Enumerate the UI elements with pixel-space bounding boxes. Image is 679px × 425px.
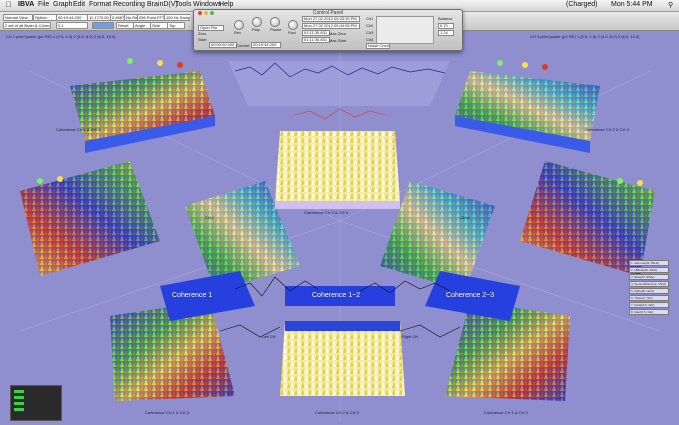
fwd-label: Fwd [288, 30, 296, 35]
max-start-field[interactable]: 01:11:30.831 [302, 37, 330, 43]
menu-edit[interactable]: Edit [73, 1, 85, 8]
control-panel-window[interactable]: Control Panel Open File Zero Start 00:00… [193, 9, 463, 51]
date-start-field[interactable]: Mon 27 02 2012 05:23:30 PM [302, 16, 360, 22]
start-time-field[interactable]: 00:00:00.000 [209, 42, 237, 48]
panel-center-top [275, 131, 400, 209]
view-select[interactable]: Normal View [3, 14, 33, 21]
ch1-meter-label: Ch1 [366, 16, 374, 21]
coherence-label-top-left: Coherence CH 1 & CH 4 [56, 127, 100, 132]
play-knob[interactable] [252, 17, 262, 27]
option-button[interactable]: Option [33, 14, 57, 21]
size-field-1[interactable]: 11.1770.00 [87, 14, 111, 21]
right-ch-label: Right CH [402, 334, 419, 339]
menu-help[interactable]: Help [219, 1, 233, 8]
sample-select[interactable]: 100 Hz Sample [164, 14, 192, 21]
panel-center-bottom [280, 321, 405, 396]
max-start-label: Max-Start [329, 38, 347, 43]
top-button[interactable]: Top [167, 22, 185, 29]
zoom-window-icon[interactable] [210, 11, 214, 15]
balance-value-1[interactable]: 0.70 [438, 23, 454, 29]
menu-ibva[interactable]: IBVA [18, 1, 34, 8]
brainwave-3d-visualization[interactable] [0, 31, 679, 425]
pause-knob[interactable] [270, 17, 280, 27]
set-select[interactable]: 2 set of all Brain & Coher... [3, 22, 51, 29]
legend-item[interactable]: 7. Delta(0.5..4Hz) [629, 302, 669, 308]
coherence-1-label: Coherence 1 [172, 292, 213, 299]
clock[interactable]: Mon 5:44 PM [611, 1, 653, 8]
legend-item[interactable]: 3. Beta(13..30Hz) [629, 274, 669, 280]
legend-item[interactable]: 1. Gamma(41..50Hz) [629, 260, 669, 266]
menu-graph[interactable]: Graph [53, 1, 72, 8]
noise-check-button[interactable]: Noise Check [366, 43, 390, 49]
coherence-label-bottom-right: Coherence CH 1 & CH 2 [484, 410, 528, 415]
menu-windows[interactable]: Windows [193, 1, 221, 8]
panel-title-top-left: CH 1 pixel power (µV RE) 1 (0.5, 4.0) 2 … [6, 34, 116, 39]
max-zero-label: Max-Zero [329, 31, 347, 36]
angle-button[interactable]: Angle [133, 22, 151, 29]
legend-item[interactable]: 5. Alpha(8..12Hz) [629, 288, 669, 294]
legend-item[interactable]: 6. Theta(4..7Hz) [629, 295, 669, 301]
ch2-meter-label: Ch2 [366, 23, 374, 28]
legend-item[interactable]: 2. HiBeta(30..40Hz) [629, 267, 669, 273]
range-slider[interactable] [92, 22, 114, 29]
coherence-label-top-right: Coherence CH 2 & CH 4 [585, 127, 629, 132]
spotlight-icon[interactable]: ⚲ [668, 1, 673, 9]
reset-button[interactable]: Reset [116, 22, 134, 29]
time-field[interactable]: 00:19:44.200 [56, 14, 88, 21]
menu-file[interactable]: File [38, 1, 49, 8]
balance-label: Balance [438, 16, 453, 21]
ch4-meter-label: Ch4 [366, 37, 374, 42]
side-button[interactable]: Side [150, 22, 168, 29]
coherence-23-label: Coherence 2~3 [446, 292, 495, 299]
panel-top-center [228, 61, 450, 106]
signal-meter [376, 16, 434, 44]
rewind-knob[interactable] [234, 20, 244, 30]
play-label: Play [252, 27, 260, 32]
current-time-field[interactable]: 00:19:44.200 [251, 42, 281, 48]
max-zero-field[interactable]: 01:11:30.831 [302, 30, 330, 36]
ch1-label: CH 1 [205, 215, 215, 220]
menu-format[interactable]: Format [89, 1, 111, 8]
apple-menu-icon[interactable]:  [6, 0, 12, 9]
legend-item[interactable]: 8. Raw(0.5..3Hz) [629, 309, 669, 315]
menu-tools[interactable]: Tools [175, 1, 191, 8]
panel-top-left [70, 71, 215, 153]
main-toolbar: Normal View Option 00:19:44.200 11.1770.… [0, 12, 192, 31]
battery-status[interactable]: (Charged) [566, 1, 598, 8]
coherence-label-bottom-left: Coherence CH 1 & CH 3 [145, 410, 189, 415]
close-window-icon[interactable] [198, 11, 202, 15]
forward-knob[interactable] [288, 20, 298, 30]
start-label: Start [198, 37, 207, 42]
fft-select[interactable]: 256 Point FFT [137, 14, 165, 21]
coherence-12-label: Coherence 1~2 [312, 292, 361, 299]
menu-braindv[interactable]: BrainD(V) [147, 1, 178, 8]
panel-mid-right [520, 161, 655, 276]
legend-item[interactable]: 4. SensoriMotor(12..15Hz) [629, 281, 669, 287]
channel-level-meter [10, 385, 62, 421]
zero-label: Zero [198, 31, 207, 36]
rev-label: Rev [234, 30, 242, 35]
ch3-meter-label: Ch3 [366, 30, 374, 35]
panel-title-top-right: CH 4 pixel power (µV RE) 1 (0.5, 1.5) 2 … [530, 34, 640, 39]
no-rec-label: No Rec [124, 14, 138, 21]
left-ch-label: Left CH [262, 334, 276, 339]
pause-label: Pause [270, 27, 282, 32]
coherence-label-mid: Coherence CH 3 & CH 4 [304, 210, 348, 215]
balance-value-2[interactable]: 1.24 [438, 30, 454, 36]
hz-field[interactable]: 0.1 [56, 22, 88, 29]
ch4-label: CH 4 [460, 215, 470, 220]
coherence-label-bottom-mid: Coherence CH 2 & CH 3 [315, 410, 359, 415]
panel-top-right [455, 71, 600, 153]
menu-recording[interactable]: Recording [113, 1, 145, 8]
minimize-window-icon[interactable] [204, 11, 208, 15]
date-end-field[interactable]: Mon 27 02 2012 05:44:05 PM [302, 23, 360, 29]
current-label: Current [236, 43, 250, 48]
frequency-band-legend: 1. Gamma(41..50Hz) 2. HiBeta(30..40Hz) 3… [629, 260, 669, 316]
